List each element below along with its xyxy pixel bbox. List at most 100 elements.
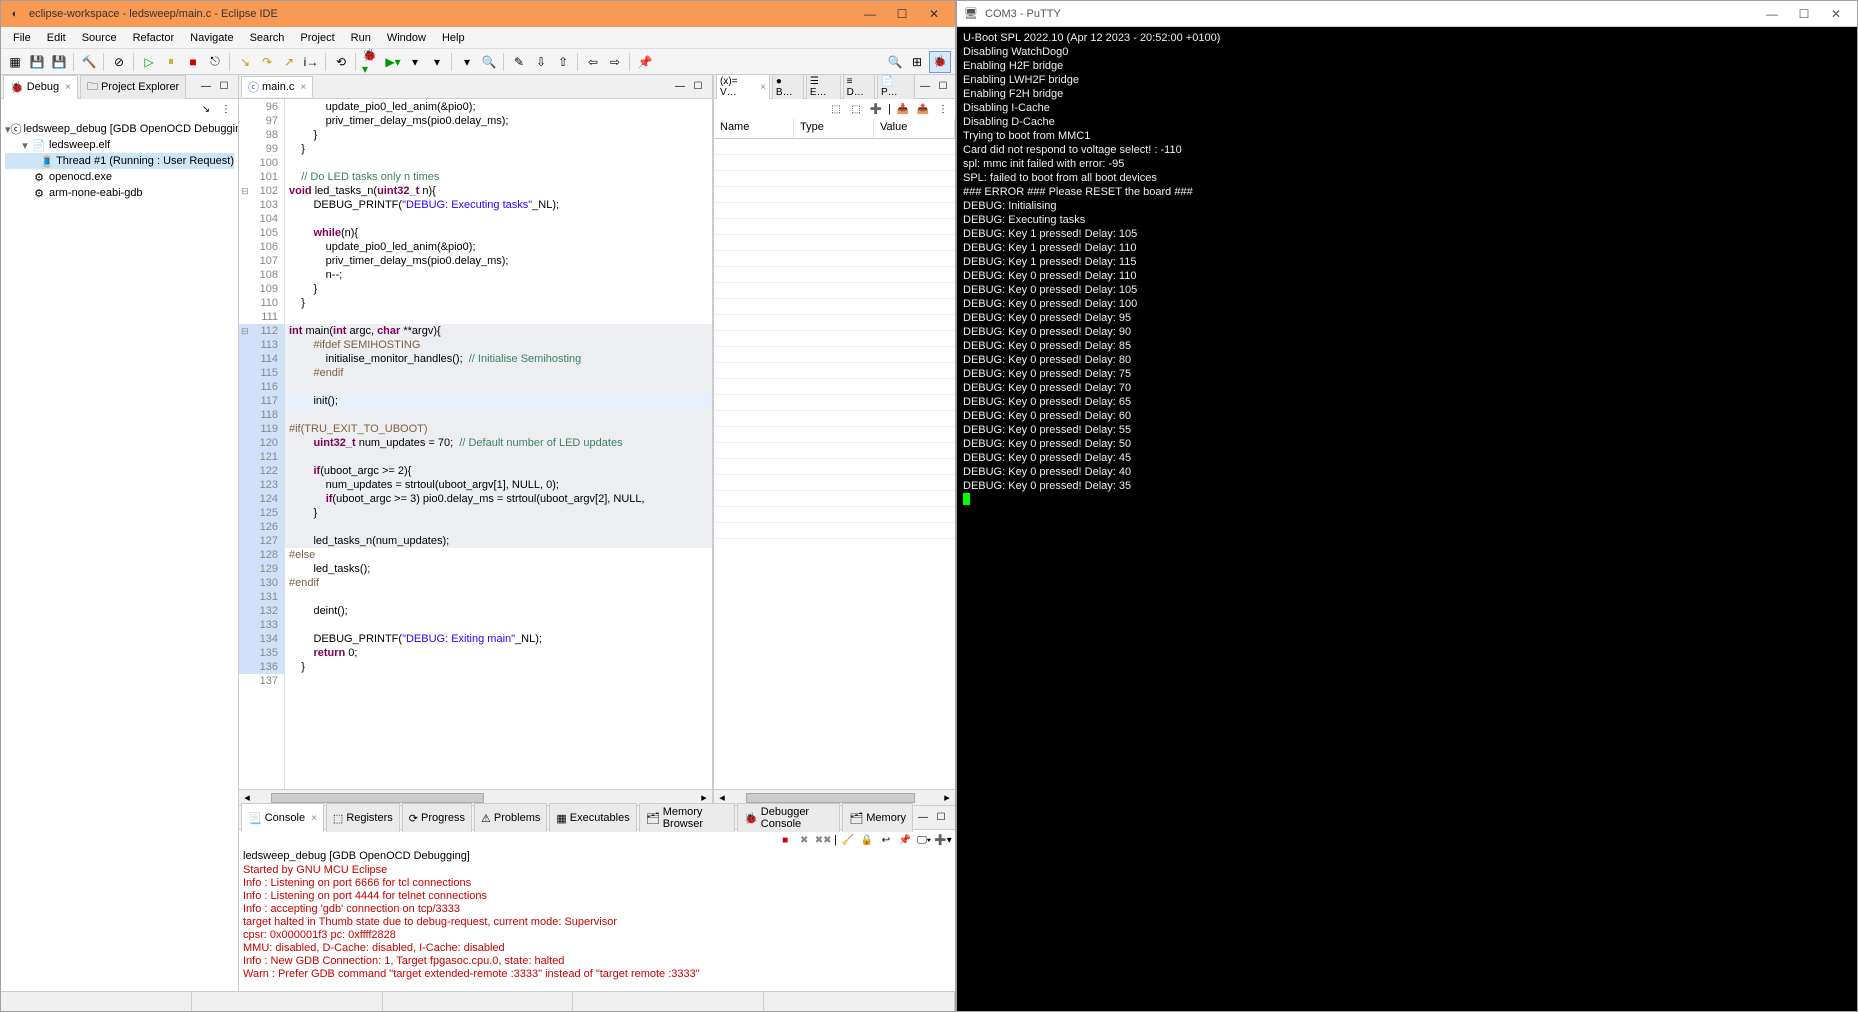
bottom-tab-console[interactable]: 📃 Console×: [241, 803, 324, 832]
menu-source[interactable]: Source: [74, 30, 125, 46]
vars-tab[interactable]: (x)= V…×: [716, 74, 770, 99]
menu-help[interactable]: Help: [434, 30, 473, 46]
build-button[interactable]: 🔨: [79, 52, 99, 72]
terminate-console-button[interactable]: ■: [777, 832, 793, 848]
run-button[interactable]: ▶▾: [383, 52, 403, 72]
variables-body[interactable]: [714, 139, 955, 789]
import-button[interactable]: 📥: [895, 101, 911, 117]
collapse-button[interactable]: ⬚: [848, 101, 864, 117]
open-perspective-button[interactable]: ⊞: [907, 52, 927, 72]
tab-debug[interactable]: 🐞Debug×: [3, 75, 78, 99]
display-console-button[interactable]: 🖵▾: [916, 832, 932, 848]
search-button[interactable]: 🔍: [479, 52, 499, 72]
bottom-tab-debugger-console[interactable]: 🐞 Debugger Console: [737, 803, 840, 832]
open-console-button[interactable]: ➕▾: [935, 832, 951, 848]
vars-tab[interactable]: 📄 P…: [877, 74, 915, 99]
maximize-console-button[interactable]: ☐: [933, 810, 949, 826]
maximize-view-button[interactable]: ☐: [935, 79, 951, 95]
editor-tab-main-c[interactable]: ⓒmain.c×: [241, 76, 313, 97]
word-wrap-button[interactable]: ↩: [878, 832, 894, 848]
minimize-editor-button[interactable]: —: [672, 79, 688, 95]
instruction-step-button[interactable]: i→: [301, 52, 321, 72]
show-type-button[interactable]: ⬚: [828, 101, 844, 117]
col-value[interactable]: Value: [874, 119, 955, 138]
disconnect-button[interactable]: ⎋: [205, 52, 225, 72]
minimize-view-button[interactable]: —: [198, 79, 214, 95]
bottom-tab-problems[interactable]: ⚠ Problems: [474, 803, 547, 832]
back-button[interactable]: ⇦: [583, 52, 603, 72]
minimize-button[interactable]: —: [1757, 4, 1787, 24]
menu-refactor[interactable]: Refactor: [125, 30, 183, 46]
debug-perspective-button[interactable]: 🐞: [929, 51, 951, 73]
forward-button[interactable]: ⇨: [605, 52, 625, 72]
save-button[interactable]: 💾: [27, 52, 47, 72]
tree-row[interactable]: ▾📄ledsweep.elf: [5, 137, 234, 153]
tab-project-explorer[interactable]: 🗀Project Explorer: [80, 75, 186, 99]
bottom-tab-registers[interactable]: ⬚ Registers: [326, 803, 400, 832]
col-name[interactable]: Name: [714, 119, 794, 138]
remove-all-button[interactable]: ✖✖: [815, 832, 831, 848]
next-annotation-button[interactable]: ⇩: [531, 52, 551, 72]
tree-row[interactable]: ⚙arm-none-eabi-gdb: [5, 185, 234, 201]
menu-search[interactable]: Search: [242, 30, 293, 46]
debug-tree[interactable]: ▾ⓒledsweep_debug [GDB OpenOCD Debugging]…: [1, 119, 238, 991]
putty-terminal[interactable]: U-Boot SPL 2022.10 (Apr 12 2023 - 20:52:…: [957, 27, 1857, 1011]
pin-console-button[interactable]: 📌: [897, 832, 913, 848]
eclipse-title-bar[interactable]: ◐ eclipse-workspace - ledsweep/main.c - …: [1, 1, 955, 27]
new-button[interactable]: ▦: [5, 52, 25, 72]
maximize-editor-button[interactable]: ☐: [690, 79, 706, 95]
save-all-button[interactable]: 💾: [49, 52, 69, 72]
external-tools-button[interactable]: ▾: [427, 52, 447, 72]
suspend-button[interactable]: ⏸: [161, 52, 181, 72]
close-icon[interactable]: ×: [65, 82, 71, 93]
code-editor[interactable]: 9697989910010110210310410510610710810911…: [239, 99, 712, 789]
menu-navigate[interactable]: Navigate: [182, 30, 241, 46]
view-menu-dropdown[interactable]: ⋮: [218, 101, 234, 117]
minimize-button[interactable]: —: [855, 4, 885, 24]
vars-tab[interactable]: ● B…: [772, 74, 804, 99]
minimize-console-button[interactable]: —: [915, 810, 931, 826]
close-icon[interactable]: ×: [300, 82, 306, 93]
putty-title-bar[interactable]: 🖥 COM3 - PuTTY — ☐ ✕: [957, 1, 1857, 27]
resume-button[interactable]: ▷: [139, 52, 159, 72]
pin-button[interactable]: 📌: [635, 52, 655, 72]
new-class-button[interactable]: ▾: [457, 52, 477, 72]
restart-button[interactable]: ⟲: [331, 52, 351, 72]
menu-window[interactable]: Window: [379, 30, 434, 46]
console-output[interactable]: Started by GNU MCU EclipseInfo : Listeni…: [239, 862, 955, 991]
bottom-tab-memory[interactable]: 🗂 Memory: [842, 803, 913, 832]
skip-breakpoints-button[interactable]: ⊘: [109, 52, 129, 72]
minimize-view-button[interactable]: —: [917, 79, 933, 95]
debug-button[interactable]: 🐞▾: [361, 52, 381, 72]
tree-row[interactable]: 🧵Thread #1 (Running : User Request): [5, 153, 234, 169]
vars-tab[interactable]: ☰ E…: [806, 74, 841, 99]
view-menu-button[interactable]: ↘: [198, 101, 214, 117]
step-over-button[interactable]: ↷: [257, 52, 277, 72]
step-into-button[interactable]: ↘: [235, 52, 255, 72]
quick-access-button[interactable]: 🔍: [885, 52, 905, 72]
tree-row[interactable]: ⚙openocd.exe: [5, 169, 234, 185]
profile-button[interactable]: ▾: [405, 52, 425, 72]
maximize-view-button[interactable]: ☐: [216, 79, 232, 95]
col-type[interactable]: Type: [794, 119, 874, 138]
bottom-tab-progress[interactable]: ⟳ Progress: [402, 803, 472, 832]
step-return-button[interactable]: ↗: [279, 52, 299, 72]
clear-console-button[interactable]: 🧹: [840, 832, 856, 848]
bottom-tab-memory-browser[interactable]: 🗂 Memory Browser: [639, 803, 735, 832]
terminate-button[interactable]: ■: [183, 52, 203, 72]
close-button[interactable]: ✕: [1821, 4, 1851, 24]
scroll-lock-button[interactable]: 🔒: [859, 832, 875, 848]
maximize-button[interactable]: ☐: [887, 4, 917, 24]
bottom-tab-executables[interactable]: ▦ Executables: [549, 803, 636, 832]
vars-tab[interactable]: ≡ D…: [843, 74, 875, 99]
tree-row[interactable]: ▾ⓒledsweep_debug [GDB OpenOCD Debugging]: [5, 121, 234, 137]
menu-project[interactable]: Project: [292, 30, 342, 46]
remove-launch-button[interactable]: ✖: [796, 832, 812, 848]
menu-button[interactable]: ⋮: [935, 101, 951, 117]
menu-edit[interactable]: Edit: [39, 30, 74, 46]
prev-annotation-button[interactable]: ⇧: [553, 52, 573, 72]
add-button[interactable]: ➕: [868, 101, 884, 117]
menu-run[interactable]: Run: [343, 30, 379, 46]
maximize-button[interactable]: ☐: [1789, 4, 1819, 24]
export-button[interactable]: 📤: [915, 101, 931, 117]
